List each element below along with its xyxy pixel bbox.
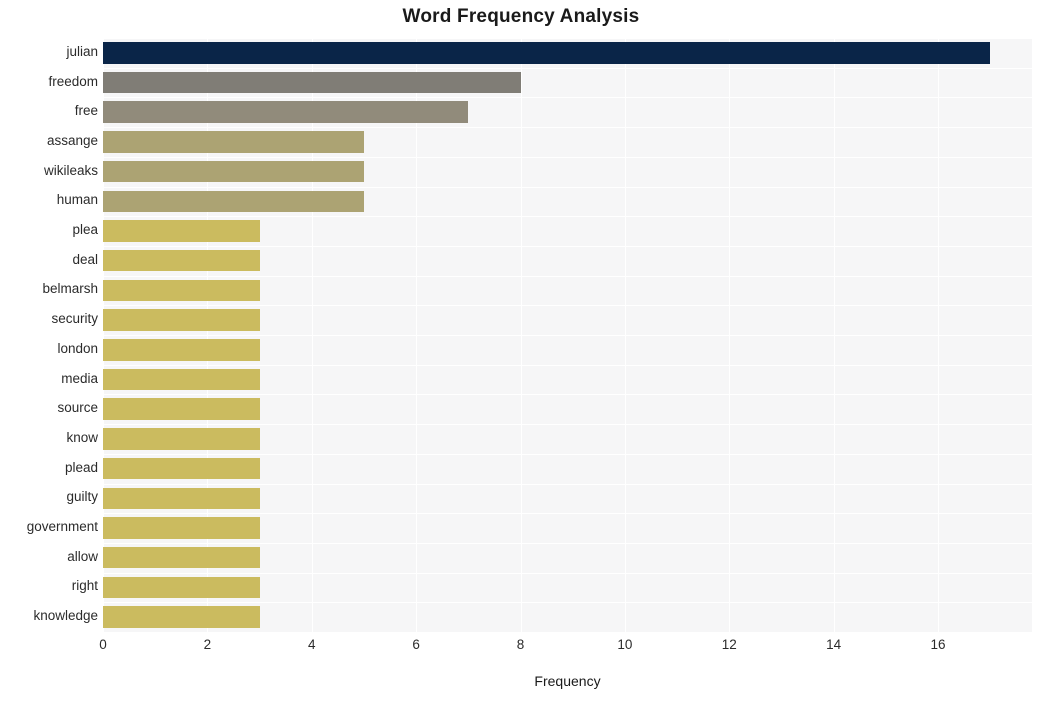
y-tick-label-freedom: freedom	[48, 73, 98, 89]
x-tick-label-12: 12	[721, 637, 737, 652]
x-axis-title: Frequency	[534, 673, 601, 689]
bar-row[interactable]	[103, 276, 1032, 306]
bar-row[interactable]	[103, 394, 1032, 424]
x-tick-label-0: 0	[99, 637, 107, 652]
y-tick-label-julian: julian	[66, 43, 98, 59]
bar-plea[interactable]	[103, 220, 260, 242]
bar-knowledge[interactable]	[103, 606, 260, 628]
bar-row[interactable]	[103, 187, 1032, 217]
y-tick-label-know: know	[66, 429, 98, 445]
y-tick-label-deal: deal	[72, 251, 98, 267]
bar-row[interactable]	[103, 484, 1032, 514]
bar-julian[interactable]	[103, 42, 991, 64]
bar-row[interactable]	[103, 216, 1032, 246]
bar-row[interactable]	[103, 305, 1032, 335]
bar-row[interactable]	[103, 246, 1032, 276]
word-frequency-chart: Word Frequency Analysis julian freedom fre…	[0, 0, 1042, 701]
bar-belmarsh[interactable]	[103, 279, 260, 302]
bar-freedom[interactable]	[103, 71, 521, 94]
y-tick-label-guilty: guilty	[66, 489, 98, 505]
bar-row[interactable]	[103, 97, 1032, 127]
bar-government[interactable]	[103, 517, 260, 539]
y-tick-label-source: source	[57, 400, 98, 416]
bar-row[interactable]	[103, 454, 1032, 484]
y-tick-label-assange: assange	[46, 132, 98, 148]
x-tick-label-14: 14	[826, 637, 842, 652]
x-tick-label-2: 2	[203, 637, 212, 652]
x-axis-tick-labels: 0 2 4 6 8 10 12 14 16	[99, 637, 1032, 659]
bar-assange[interactable]	[103, 131, 364, 153]
bar-plead[interactable]	[103, 457, 260, 480]
bar-security[interactable]	[103, 309, 260, 331]
plot-area	[103, 38, 1032, 632]
bar-row[interactable]	[103, 68, 1032, 98]
bar-know[interactable]	[103, 428, 260, 450]
bar-row[interactable]	[103, 513, 1032, 543]
y-tick-label-wikileaks: wikileaks	[43, 162, 98, 178]
bar-wikileaks[interactable]	[103, 160, 364, 183]
y-axis-tick-labels: julian freedom free assange wikileaks human pl…	[0, 38, 98, 632]
y-tick-label-plead: plead	[64, 459, 98, 475]
y-tick-label-government: government	[26, 519, 98, 535]
bar-row[interactable]	[103, 335, 1032, 365]
y-tick-label-plea: plea	[72, 222, 98, 238]
y-tick-label-knowledge: knowledge	[33, 608, 98, 624]
x-tick-label-16: 16	[930, 637, 946, 652]
bar-allow[interactable]	[103, 546, 260, 569]
bar-guilty[interactable]	[103, 487, 260, 509]
y-tick-label-allow: allow	[67, 548, 98, 564]
bar-london[interactable]	[103, 339, 260, 361]
bar-row[interactable]	[103, 602, 1032, 632]
y-tick-label-free: free	[74, 103, 98, 119]
y-tick-label-media: media	[61, 370, 98, 386]
bar-row[interactable]	[103, 127, 1032, 157]
bar-right[interactable]	[103, 576, 260, 599]
bar-deal[interactable]	[103, 249, 260, 272]
bar-row[interactable]	[103, 573, 1032, 603]
chart-title: Word Frequency Analysis	[402, 6, 640, 27]
y-tick-label-london: london	[57, 340, 98, 356]
bar-row[interactable]	[103, 157, 1032, 187]
bar-media[interactable]	[103, 368, 260, 391]
x-tick-label-6: 6	[412, 637, 420, 652]
y-tick-label-right: right	[71, 578, 98, 594]
bar-row[interactable]	[103, 365, 1032, 395]
bar-human[interactable]	[103, 190, 364, 212]
bar-free[interactable]	[103, 101, 469, 123]
x-tick-label-8: 8	[516, 637, 525, 652]
bar-row[interactable]	[103, 543, 1032, 573]
bar-row[interactable]	[103, 424, 1032, 454]
bar-row[interactable]	[103, 38, 1032, 68]
y-tick-label-human: human	[56, 192, 98, 208]
y-tick-label-security: security	[51, 311, 98, 327]
x-tick-label-10: 10	[617, 637, 633, 652]
y-tick-label-belmarsh: belmarsh	[42, 281, 98, 297]
bar-source[interactable]	[103, 398, 260, 420]
x-tick-label-4: 4	[307, 637, 316, 652]
